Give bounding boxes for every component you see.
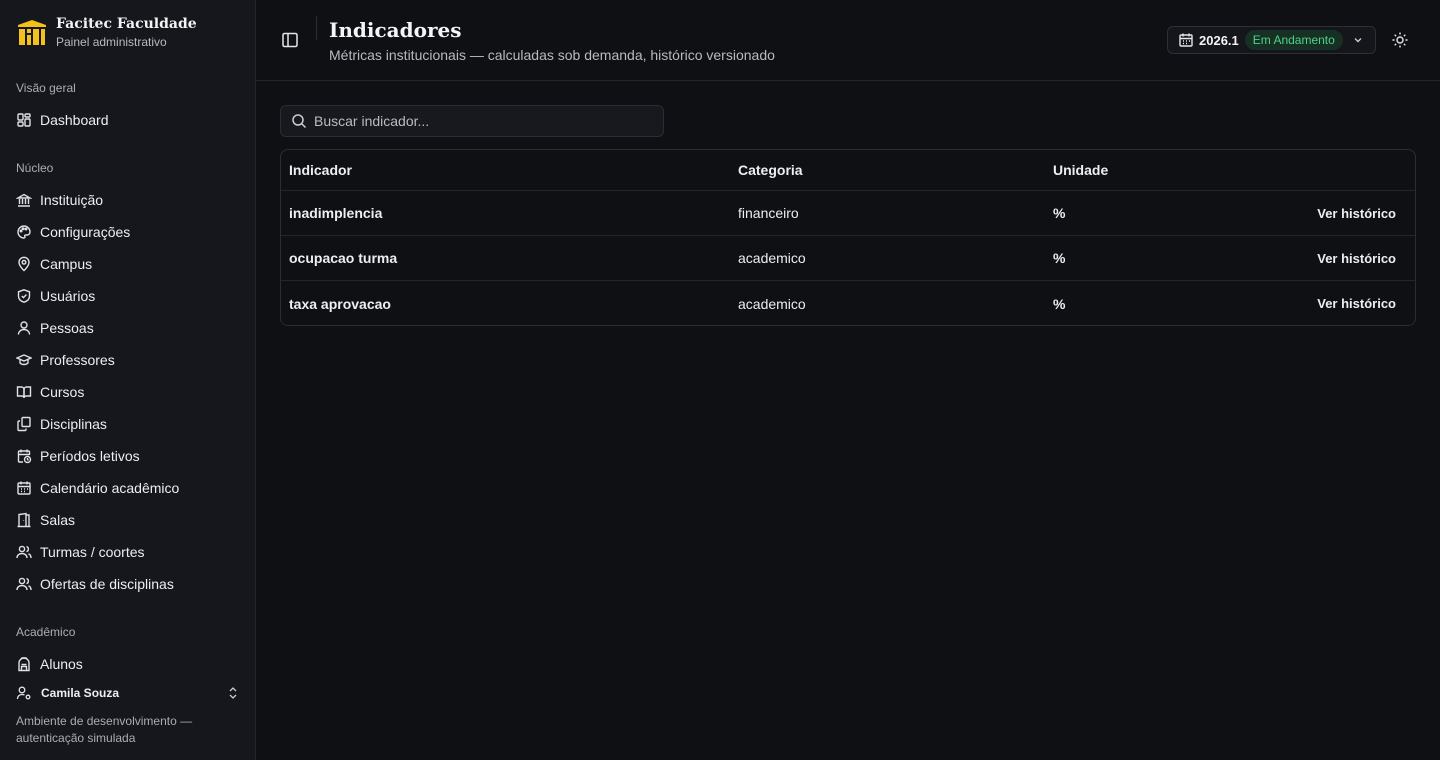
sidebar-item-salas[interactable]: Salas [0, 504, 256, 536]
map-pin-icon [16, 256, 32, 272]
sidebar-item-label: Turmas / coortes [40, 544, 145, 560]
sidebar-item-pessoas[interactable]: Pessoas [0, 312, 256, 344]
backpack-icon [16, 656, 32, 672]
search-icon [292, 114, 307, 129]
brand-name: Facitec Faculdade [56, 16, 197, 32]
calendar-icon [1179, 33, 1193, 47]
users-icon [16, 576, 32, 592]
landmark-icon [16, 192, 32, 208]
cell-indicador: taxa aprovacao [289, 295, 391, 312]
shield-icon [16, 288, 32, 304]
cell-categoria: financeiro [738, 205, 799, 221]
files-icon [16, 416, 32, 432]
nav-heading: Visão geral [16, 81, 76, 95]
sidebar-item-label: Professores [40, 352, 115, 368]
sidebar-item-alunos[interactable]: Alunos [0, 648, 256, 680]
page-title: Indicadores [329, 18, 462, 42]
sidebar-item-campus[interactable]: Campus [0, 248, 256, 280]
book-open-icon [16, 384, 32, 400]
cell-categoria: academico [738, 250, 806, 266]
cell-unidade: % [1053, 295, 1066, 312]
chevron-down-icon [1354, 38, 1362, 43]
sun-icon[interactable] [1391, 31, 1409, 49]
table-row: ocupacao turma academico % Ver histórico [281, 236, 1415, 281]
ver-historico-button[interactable]: Ver histórico [1317, 206, 1396, 221]
indicators-table: Indicador Categoria Unidade inadimplenci… [280, 149, 1416, 326]
sidebar-toggle-icon[interactable] [280, 30, 300, 50]
table-row: inadimplencia financeiro % Ver histórico [281, 191, 1415, 236]
graduation-cap-icon [16, 352, 32, 368]
palette-icon [16, 224, 32, 240]
column-header-categoria[interactable]: Categoria [738, 150, 803, 190]
user-name: Camila Souza [41, 686, 120, 700]
cell-unidade: % [1053, 205, 1066, 221]
sidebar-item-periodos-letivos[interactable]: Períodos letivos [0, 440, 256, 472]
facitec-logo-icon [18, 20, 46, 45]
sidebar-item-professores[interactable]: Professores [0, 344, 256, 376]
header-divider [316, 16, 317, 40]
nav-heading: Acadêmico [16, 625, 76, 639]
sidebar-item-label: Disciplinas [40, 416, 107, 432]
nav-section-visao-geral: Visão geral Dashboard [0, 80, 256, 136]
sidebar-item-cursos[interactable]: Cursos [0, 376, 256, 408]
nav-heading: Núcleo [16, 161, 54, 175]
brand-subtitle: Painel administrativo [56, 35, 167, 49]
cell-unidade: % [1053, 250, 1066, 266]
sidebar-item-instituicao[interactable]: Instituição [0, 184, 256, 216]
ver-historico-button[interactable]: Ver histórico [1317, 296, 1396, 311]
sidebar-item-calendario-academico[interactable]: Calendário acadêmico [0, 472, 256, 504]
sidebar-item-turmas-coortes[interactable]: Turmas / coortes [0, 536, 256, 568]
sidebar-item-label: Pessoas [40, 320, 94, 336]
cell-categoria: academico [738, 295, 806, 312]
nav-section-academico: Acadêmico Alunos [0, 624, 256, 680]
column-header-unidade[interactable]: Unidade [1053, 150, 1108, 190]
page-subtitle: Métricas institucionais — calculadas sob… [329, 47, 775, 63]
environment-note: Ambiente de desenvolvimento — autenticaç… [16, 714, 193, 745]
dashboard-icon [16, 112, 32, 128]
sidebar-item-label: Usuários [40, 288, 96, 304]
sidebar-item-label: Períodos letivos [40, 448, 140, 464]
sidebar-item-usuarios[interactable]: Usuários [0, 280, 256, 312]
sidebar-item-label: Cursos [40, 384, 85, 400]
chevrons-up-down-icon [229, 687, 237, 699]
cell-indicador: ocupacao turma [289, 250, 398, 266]
calendar-clock-icon [16, 448, 32, 464]
sidebar-item-label: Dashboard [40, 112, 109, 128]
sidebar-item-label: Campus [40, 256, 93, 272]
sidebar-item-label: Configurações [40, 224, 131, 240]
table-header-row: Indicador Categoria Unidade [281, 150, 1415, 191]
table-row: taxa aprovacao academico % Ver histórico [281, 281, 1415, 325]
sidebar-item-dashboard[interactable]: Dashboard [0, 104, 256, 136]
cell-indicador: inadimplencia [289, 205, 383, 221]
sidebar-item-label: Salas [40, 512, 76, 528]
user-menu[interactable]: Camila Souza [16, 684, 240, 702]
brand[interactable]: Facitec Faculdade Painel administrativo [16, 16, 197, 50]
sidebar-item-label: Alunos [40, 656, 83, 672]
nav-section-nucleo: Núcleo Instituição Configurações Campus … [0, 160, 256, 600]
ver-historico-button[interactable]: Ver histórico [1317, 251, 1396, 266]
status-badge: Em Andamento [1244, 30, 1343, 50]
calendar-icon [16, 480, 32, 496]
period-select[interactable]: 2026.1 Em Andamento [1167, 26, 1376, 54]
period-year: 2026.1 [1199, 32, 1239, 48]
column-header-indicador[interactable]: Indicador [289, 150, 352, 190]
search-input[interactable] [314, 113, 644, 129]
user-cog-icon [16, 686, 31, 700]
user-icon [16, 320, 32, 336]
sidebar: Facitec Faculdade Painel administrativo … [0, 0, 256, 760]
sidebar-item-configuracoes[interactable]: Configurações [0, 216, 256, 248]
sidebar-item-ofertas-disciplinas[interactable]: Ofertas de disciplinas [0, 568, 256, 600]
page-header: Indicadores Métricas institucionais — ca… [256, 0, 1440, 81]
sidebar-item-label: Ofertas de disciplinas [40, 576, 174, 592]
door-icon [16, 512, 32, 528]
sidebar-item-label: Instituição [40, 192, 104, 208]
search-box[interactable] [280, 105, 664, 137]
sidebar-item-label: Calendário acadêmico [40, 480, 180, 496]
users-icon [16, 544, 32, 560]
sidebar-item-disciplinas[interactable]: Disciplinas [0, 408, 256, 440]
